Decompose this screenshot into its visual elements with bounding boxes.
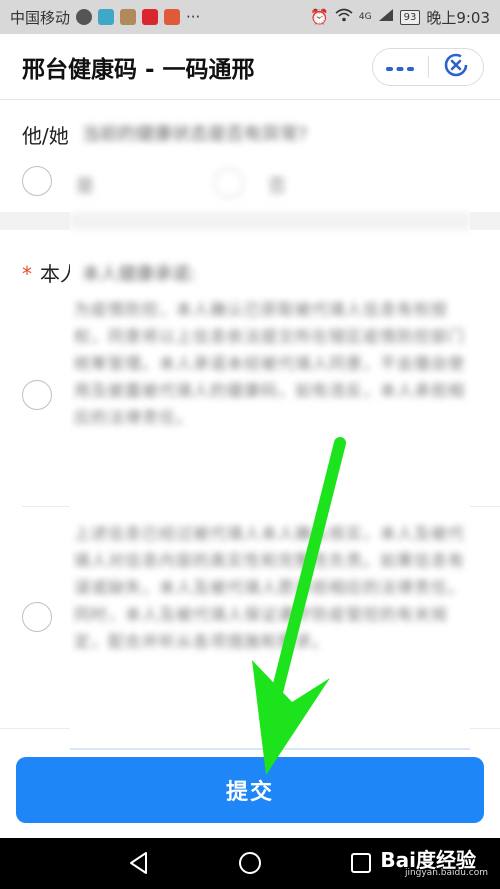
app-notification-icon [164, 9, 181, 25]
page-title: 邢台健康码 - 一码通邢 [22, 56, 255, 83]
overlay-question: 当前的健康状态是否有异常? [82, 124, 308, 145]
miniprogram-close-icon [443, 52, 469, 82]
radio-yes[interactable] [22, 166, 52, 196]
signal-icon [378, 8, 394, 26]
submit-area: 提交 [0, 750, 500, 838]
back-triangle-icon[interactable] [126, 850, 152, 876]
overlay-separator [70, 212, 470, 230]
close-miniprogram-button[interactable] [429, 49, 484, 85]
wifi-icon [335, 8, 353, 26]
alarm-icon: ⏰ [310, 8, 329, 26]
more-button[interactable] [373, 49, 428, 85]
overlay-paragraph-1: 为疫情防控，本人确认已获取被代填人信息有权授权，同意将以上信息依法提交所在辖区疫… [74, 300, 466, 427]
question-label: 他/她 [22, 124, 69, 148]
recents-square-icon[interactable] [348, 850, 374, 876]
overlay-declaration-title: 本人健康承诺: [82, 264, 197, 285]
radio-agree-1[interactable] [22, 380, 52, 410]
battery-level: 93 [399, 9, 421, 25]
more-dots-icon [386, 58, 415, 77]
app-header: 邢台健康码 - 一码通邢 [0, 34, 500, 100]
overlay-option-no: 否 [268, 176, 286, 197]
overlay-radio [214, 168, 244, 198]
app-notification-icon [120, 9, 137, 25]
app-notification-icon [76, 9, 93, 25]
network-type: 4G [358, 12, 372, 22]
overlay-option-yes: 是 [76, 176, 94, 197]
submit-button[interactable]: 提交 [16, 757, 484, 823]
more-notifications-icon: ··· [186, 8, 201, 26]
clock: 晚上9:03 [426, 8, 490, 27]
radio-agree-2[interactable] [22, 602, 52, 632]
system-navbar: Bai度经验 jingyan.baidu.com [0, 838, 500, 889]
status-bar: 中国移动 ··· ⏰ 4G 93 晚上9:03 [0, 0, 500, 34]
miniprogram-capsule [372, 48, 484, 86]
required-mark: * [22, 262, 32, 286]
app-notification-icon [142, 9, 159, 25]
carrier-label: 中国移动 [10, 8, 71, 27]
watermark-url: jingyan.baidu.com [404, 868, 488, 878]
overlay-paragraph-2: 上述信息已经过被代填人本人确认核实，本人及被代填人对信息内容的真实性和完整性负责… [74, 524, 466, 651]
home-circle-icon[interactable] [237, 850, 263, 876]
blurred-overlay: 当前的健康状态是否有异常? 是 否 本人健康承诺: 为疫情防控，本人确认已获取被… [70, 100, 470, 750]
app-notification-icon [98, 9, 115, 25]
